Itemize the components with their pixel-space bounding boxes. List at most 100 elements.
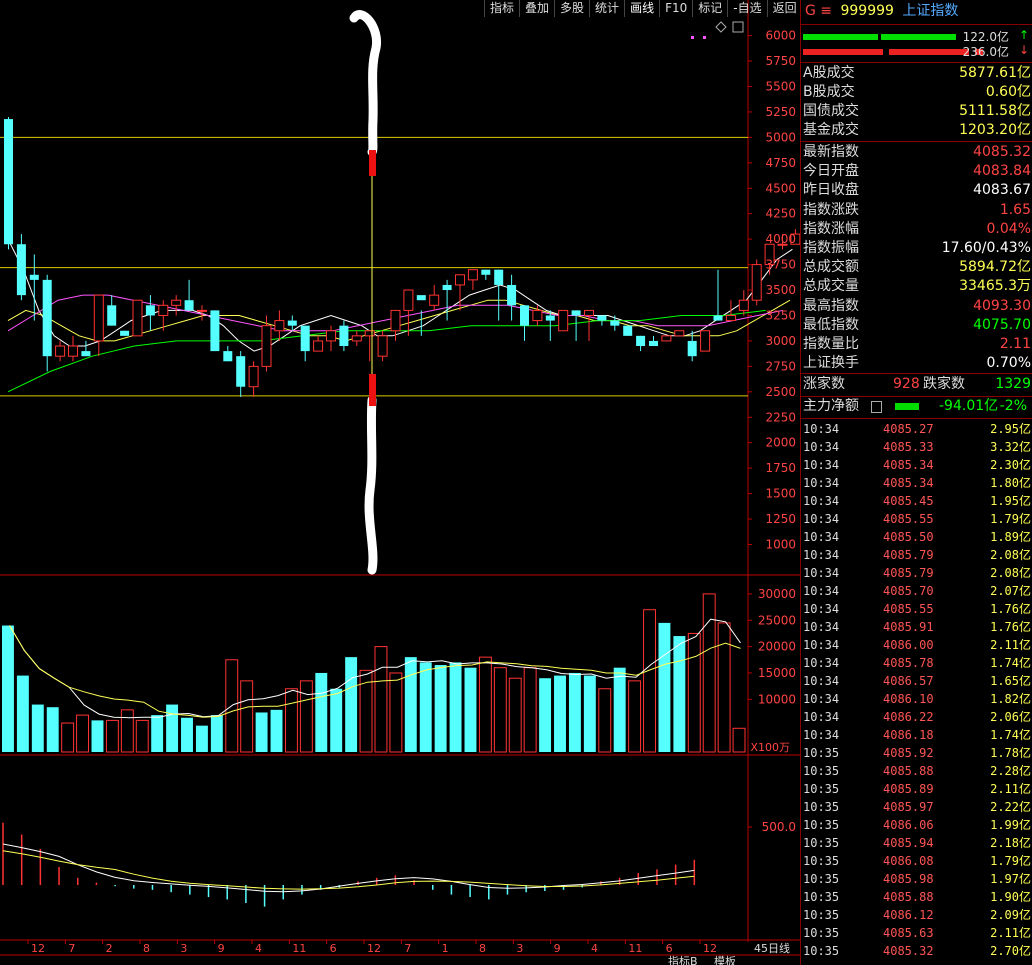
volume-bar[interactable] — [598, 688, 612, 753]
candle-body[interactable] — [467, 269, 478, 281]
tick-row[interactable]: 10:34 4085.78 1.74亿 — [803, 654, 1031, 672]
candle-body[interactable] — [16, 244, 26, 296]
candle-body[interactable] — [326, 330, 336, 342]
tick-row[interactable]: 10:35 4086.12 2.09亿 — [803, 906, 1031, 924]
tick-row[interactable]: 10:34 4085.55 1.79亿 — [803, 510, 1031, 528]
toolbar-indicator-button[interactable]: 指标 — [484, 0, 519, 17]
candle-body[interactable] — [455, 274, 465, 286]
candle-body[interactable] — [738, 299, 749, 311]
candle-body[interactable] — [274, 320, 285, 332]
volume-bar[interactable] — [389, 672, 403, 753]
candle-body[interactable] — [132, 299, 143, 337]
candle-body[interactable] — [725, 314, 736, 322]
volume-bar[interactable] — [135, 719, 149, 753]
volume-bar[interactable] — [255, 712, 268, 752]
volume-bar[interactable] — [449, 662, 462, 752]
tick-row[interactable]: 10:34 4086.18 1.74亿 — [803, 726, 1031, 744]
candle-body[interactable] — [171, 299, 182, 306]
candle-body[interactable] — [507, 284, 517, 306]
volume-bar[interactable] — [539, 678, 552, 752]
kline-chart[interactable]: 6000575055005250500047504500425040003750… — [0, 0, 800, 965]
candle-body[interactable] — [107, 305, 117, 326]
template-tab[interactable]: 模板 — [714, 954, 736, 965]
volume-bar[interactable] — [105, 719, 119, 753]
tick-row[interactable]: 10:34 4085.27 2.95亿 — [803, 420, 1031, 438]
volume-bar[interactable] — [166, 704, 179, 752]
candle-body[interactable] — [197, 309, 207, 312]
volume-bar[interactable] — [151, 715, 164, 752]
candle-body[interactable] — [636, 335, 646, 347]
candle-body[interactable] — [687, 340, 697, 357]
tick-row[interactable]: 10:35 4085.92 1.78亿 — [803, 744, 1031, 762]
volume-bar[interactable] — [717, 622, 731, 753]
volume-bar[interactable] — [2, 625, 14, 752]
candle-body[interactable] — [248, 365, 259, 388]
tick-row[interactable]: 10:34 4085.79 2.08亿 — [803, 546, 1031, 564]
toolbar-back-button[interactable]: 返回 — [766, 0, 802, 17]
tick-row[interactable]: 10:34 4086.10 1.82亿 — [803, 690, 1031, 708]
candle-body[interactable] — [558, 309, 569, 332]
candle-body[interactable] — [364, 330, 375, 337]
tick-row[interactable]: 10:35 4085.88 2.28亿 — [803, 762, 1031, 780]
tick-row[interactable]: 10:34 4086.57 1.65亿 — [803, 672, 1031, 690]
candle-body[interactable] — [751, 264, 762, 301]
candle-body[interactable] — [481, 269, 491, 275]
indicator-tab[interactable]: 指标B — [668, 954, 698, 965]
volume-bar[interactable] — [732, 727, 746, 753]
tick-row[interactable]: 10:34 4085.34 2.30亿 — [803, 456, 1031, 474]
volume-bar[interactable] — [91, 720, 104, 752]
volume-bar[interactable] — [46, 707, 59, 752]
candle-body[interactable] — [145, 305, 155, 316]
candle-body[interactable] — [597, 315, 607, 321]
volume-bar[interactable] — [181, 717, 193, 752]
volume-bar[interactable] — [374, 646, 388, 753]
volume-bar[interactable] — [299, 680, 313, 753]
volume-bar[interactable] — [508, 677, 522, 753]
volume-bar[interactable] — [210, 715, 223, 752]
toolbar-stats-button[interactable]: 统计 — [589, 0, 624, 17]
volume-bar[interactable] — [330, 688, 343, 752]
tick-row[interactable]: 10:35 4086.06 1.99亿 — [803, 816, 1031, 834]
candle-body[interactable] — [442, 284, 452, 291]
list-icon[interactable] — [871, 401, 882, 413]
period-label[interactable]: 45日线 — [754, 941, 790, 955]
candle-body[interactable] — [674, 330, 685, 337]
candle-body[interactable] — [532, 309, 543, 322]
volume-bar[interactable] — [419, 662, 432, 752]
candle-body[interactable] — [158, 304, 169, 316]
candle-body[interactable] — [313, 340, 324, 352]
volume-bar[interactable] — [404, 657, 417, 752]
candle-body[interactable] — [287, 320, 297, 326]
candle-body[interactable] — [661, 335, 672, 342]
candle-body[interactable] — [339, 325, 349, 347]
candle-body[interactable] — [29, 274, 39, 280]
tick-row[interactable]: 10:34 4086.00 2.11亿 — [803, 636, 1031, 654]
tick-row[interactable]: 10:34 4085.45 1.95亿 — [803, 492, 1031, 510]
tick-row[interactable]: 10:35 4086.08 1.79亿 — [803, 852, 1031, 870]
tick-row[interactable]: 10:35 4085.94 2.18亿 — [803, 834, 1031, 852]
volume-bar[interactable] — [523, 667, 537, 753]
tick-row[interactable]: 10:34 4085.91 1.76亿 — [803, 618, 1031, 636]
toolbar-overlay-button[interactable]: 叠加 — [519, 0, 554, 17]
candle-body[interactable] — [545, 315, 555, 321]
volume-bar[interactable] — [240, 680, 254, 753]
volume-bar[interactable] — [687, 632, 701, 753]
toolbar-watchlist-button[interactable]: -自选 — [727, 0, 766, 17]
volume-bar[interactable] — [31, 704, 44, 752]
candle-body[interactable] — [4, 119, 13, 245]
volume-bar[interactable] — [658, 622, 671, 752]
candle-body[interactable] — [520, 305, 529, 326]
tick-row[interactable]: 10:35 4085.63 2.11亿 — [803, 924, 1031, 942]
candle-body[interactable] — [429, 294, 440, 306]
tick-row[interactable]: 10:34 4085.55 1.76亿 — [803, 600, 1031, 618]
tick-row[interactable]: 10:35 4085.32 2.70亿 — [803, 942, 1031, 960]
candle-body[interactable] — [571, 310, 581, 316]
tick-row[interactable]: 10:34 4085.70 2.07亿 — [803, 582, 1031, 600]
candle-body[interactable] — [223, 351, 233, 362]
volume-bar[interactable] — [270, 709, 283, 752]
volume-bar[interactable] — [583, 675, 596, 752]
volume-bar[interactable] — [464, 667, 477, 752]
tick-row[interactable]: 10:35 4085.89 2.11亿 — [803, 780, 1031, 798]
candle-body[interactable] — [584, 309, 594, 316]
tick-row[interactable]: 10:34 4085.79 2.08亿 — [803, 564, 1031, 582]
